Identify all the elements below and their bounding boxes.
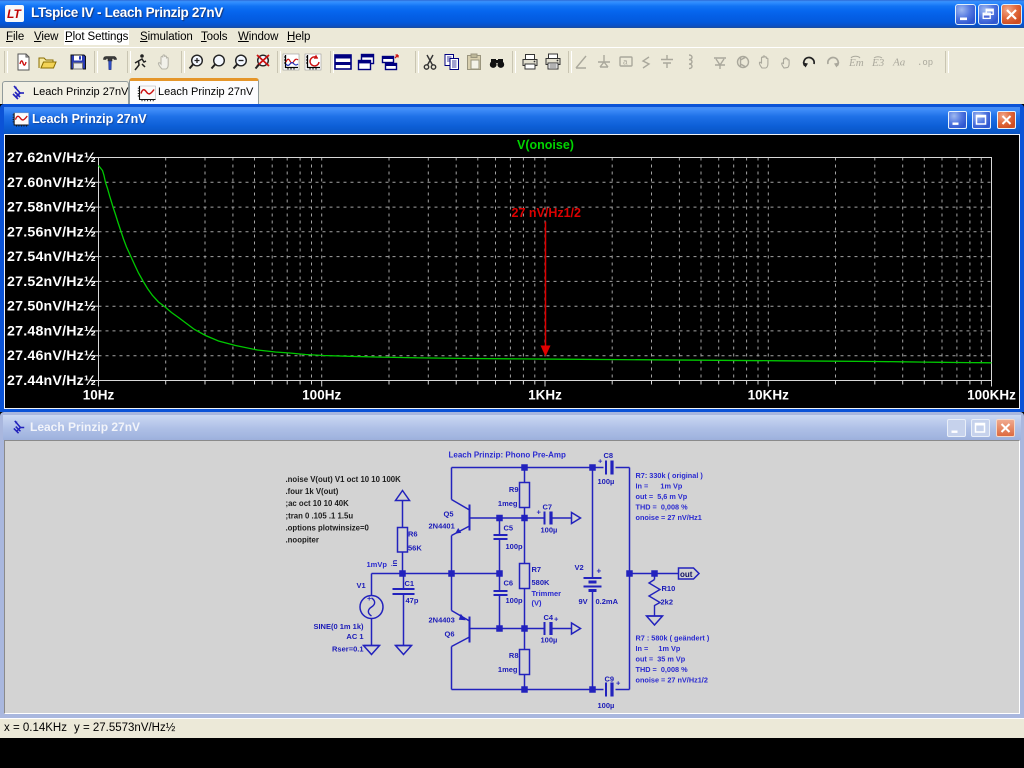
svg-text:Q5: Q5: [444, 510, 454, 519]
svg-text:THD = 0,008 %: THD = 0,008 %: [636, 665, 689, 674]
svg-text:AC 1: AC 1: [346, 632, 363, 641]
svg-text:C6: C6: [504, 579, 514, 588]
svg-text:.noise V(out) V1 oct 10 10 100: .noise V(out) V1 oct 10 10 100K: [286, 475, 402, 484]
svg-text:100p: 100p: [506, 596, 524, 605]
svg-text:Leach Prinzip: Phono Pre-Amp: Leach Prinzip: Phono Pre-Amp: [449, 451, 566, 460]
svg-text:LT: LT: [7, 7, 22, 21]
svg-text:In = 1m Vp: In = 1m Vp: [636, 644, 681, 653]
svg-text:+: +: [367, 594, 372, 603]
svg-text:Q6: Q6: [445, 630, 455, 639]
svg-text:27.62nV/Hz½: 27.62nV/Hz½: [7, 150, 96, 166]
svg-text:2N4403: 2N4403: [429, 616, 455, 625]
svg-text:in: in: [390, 559, 399, 566]
svg-text:.noopiter: .noopiter: [286, 536, 319, 545]
svg-text:C5: C5: [504, 524, 514, 533]
svg-text:580K: 580K: [532, 578, 551, 587]
svg-text:27.60nV/Hz½: 27.60nV/Hz½: [7, 175, 96, 191]
svg-text:+: +: [537, 508, 542, 517]
svg-text:100µ: 100µ: [541, 526, 558, 535]
svg-text:R8: R8: [509, 651, 519, 660]
svg-text:;tran 0 .105 .1 1.5u: ;tran 0 .105 .1 1.5u: [286, 511, 354, 520]
svg-text:SINE(0 1m 1k): SINE(0 1m 1k): [313, 622, 364, 631]
svg-text:THD = 0,008 %: THD = 0,008 %: [636, 503, 689, 512]
svg-text:R7 : 580k ( geändert ): R7 : 580k ( geändert ): [636, 634, 710, 643]
svg-text:Aa: Aa: [892, 57, 906, 69]
svg-text:+: +: [598, 457, 603, 466]
svg-text:onoise = 27 nV/Hz1/2: onoise = 27 nV/Hz1/2: [636, 676, 708, 685]
svg-text:;ac oct 10 10 40K: ;ac oct 10 10 40K: [286, 499, 350, 508]
svg-text:C1: C1: [405, 579, 415, 588]
svg-text:1mVp: 1mVp: [367, 560, 388, 569]
svg-text:C4: C4: [544, 613, 554, 622]
svg-text:100p: 100p: [506, 542, 524, 551]
svg-text:onoise = 27 nV/Hz1: onoise = 27 nV/Hz1: [636, 513, 702, 522]
svg-text:0.2mA: 0.2mA: [596, 597, 619, 606]
svg-text:27 nV/Hz1/2: 27 nV/Hz1/2: [512, 206, 582, 220]
svg-text:100Hz: 100Hz: [302, 388, 341, 403]
svg-text:27.46nV/Hz½: 27.46nV/Hz½: [7, 348, 96, 364]
svg-text:27.58nV/Hz½: 27.58nV/Hz½: [7, 200, 96, 216]
svg-text:E3: E3: [871, 57, 885, 69]
svg-text:27.48nV/Hz½: 27.48nV/Hz½: [7, 323, 96, 339]
svg-text:100KHz: 100KHz: [967, 388, 1016, 403]
svg-text:2N4401: 2N4401: [429, 522, 455, 531]
svg-text:10KHz: 10KHz: [748, 388, 790, 403]
svg-text:27.50nV/Hz½: 27.50nV/Hz½: [7, 299, 96, 315]
svg-text:Rser=0.1: Rser=0.1: [332, 645, 363, 654]
svg-text:C7: C7: [543, 503, 553, 512]
svg-text:C9: C9: [605, 675, 615, 684]
svg-text:C8: C8: [604, 451, 614, 460]
svg-text:1KHz: 1KHz: [528, 388, 562, 403]
svg-text:out = 5,6 m Vp: out = 5,6 m Vp: [636, 492, 688, 501]
svg-text:27.54nV/Hz½: 27.54nV/Hz½: [7, 249, 96, 265]
svg-text:R9: R9: [509, 485, 519, 494]
svg-text:+: +: [597, 567, 602, 576]
svg-text:2k2: 2k2: [661, 598, 674, 607]
svg-text:.options plotwinsize=0: .options plotwinsize=0: [286, 523, 370, 532]
svg-text:100µ: 100µ: [541, 636, 558, 645]
svg-text:(V): (V): [532, 599, 543, 608]
svg-text:9V: 9V: [579, 597, 588, 606]
svg-text:V1: V1: [357, 581, 366, 590]
svg-text:a: a: [623, 58, 628, 67]
svg-text:Trimmer: Trimmer: [532, 589, 562, 598]
svg-text:1meg: 1meg: [498, 499, 518, 508]
svg-text:47p: 47p: [406, 596, 419, 605]
svg-text:+: +: [616, 679, 621, 688]
svg-text:+: +: [554, 615, 559, 624]
svg-text:out: out: [680, 570, 693, 579]
svg-text:10Hz: 10Hz: [83, 388, 115, 403]
svg-text:.four 1k V(out): .four 1k V(out): [286, 487, 339, 496]
svg-text:In = 1m Vp: In = 1m Vp: [636, 482, 683, 491]
svg-text:V2: V2: [575, 563, 584, 572]
svg-text:56K: 56K: [408, 544, 422, 553]
svg-text:R6: R6: [408, 530, 418, 539]
svg-text:V(onoise): V(onoise): [517, 138, 574, 152]
svg-text:.op: .op: [917, 58, 933, 68]
svg-text:27.56nV/Hz½: 27.56nV/Hz½: [7, 224, 96, 240]
svg-text:R7: 330k ( original ): R7: 330k ( original ): [636, 471, 704, 480]
svg-text:Em: Em: [848, 57, 864, 69]
svg-text:27.52nV/Hz½: 27.52nV/Hz½: [7, 274, 96, 290]
svg-text:R7: R7: [532, 565, 542, 574]
svg-text:100µ: 100µ: [598, 701, 615, 710]
svg-text:out = 35 m Vp: out = 35 m Vp: [636, 655, 686, 664]
svg-text:100µ: 100µ: [598, 477, 615, 486]
svg-text:R10: R10: [662, 584, 676, 593]
svg-text:1meg: 1meg: [498, 665, 518, 674]
